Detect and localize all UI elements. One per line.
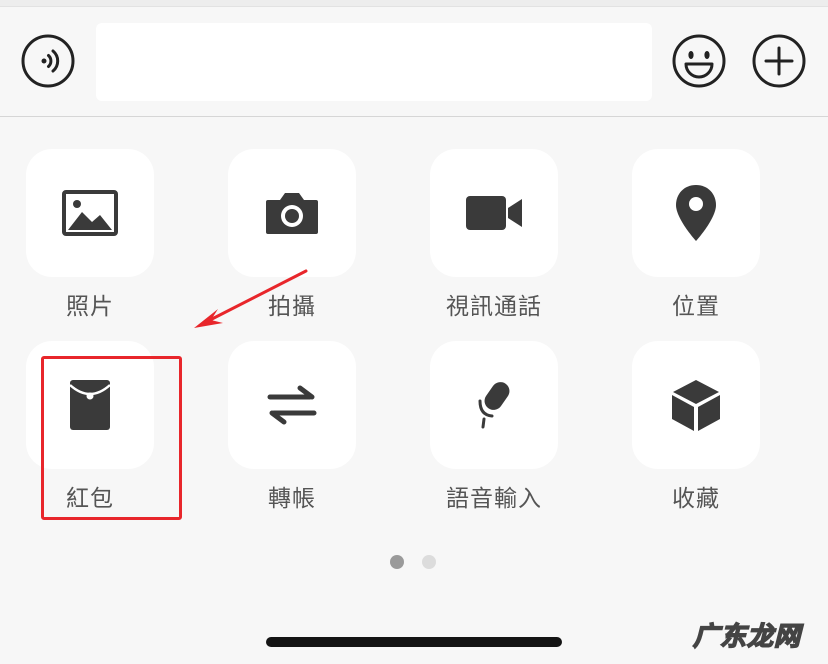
top-strip (0, 0, 828, 7)
video-call-tile[interactable] (430, 149, 558, 277)
panel-item-label: 拍攝 (268, 294, 316, 320)
video-call-icon (466, 196, 522, 230)
panel-item-label: 紅包 (66, 486, 114, 512)
more-functions-panel: 照片 拍攝 視訊通話 位置 紅包 轉帳 語音輸入 收藏 (0, 117, 828, 664)
panel-item-transfer[interactable]: 轉帳 (202, 341, 382, 513)
panel-item-label: 語音輸入 (446, 486, 542, 512)
location-tile[interactable] (632, 149, 760, 277)
home-indicator[interactable] (266, 637, 562, 647)
red-envelope-tile[interactable] (26, 341, 154, 469)
panel-item-label: 轉帳 (268, 486, 316, 512)
transfer-tile[interactable] (228, 341, 356, 469)
panel-item-camera[interactable]: 拍攝 (202, 149, 382, 321)
voice-input-button[interactable] (20, 33, 76, 89)
emoji-button[interactable] (671, 33, 727, 89)
panel-item-photos[interactable]: 照片 (0, 149, 180, 321)
chat-input-bar (0, 7, 828, 117)
camera-tile[interactable] (228, 149, 356, 277)
favorites-tile[interactable] (632, 341, 760, 469)
panel-item-video-call[interactable]: 視訊通話 (404, 149, 584, 321)
red-envelope-icon (69, 380, 111, 430)
panel-item-voice-input[interactable]: 語音輸入 (404, 341, 584, 513)
panel-item-red-envelope[interactable]: 紅包 (0, 341, 180, 513)
panel-item-label: 收藏 (672, 486, 720, 512)
panel-item-label: 位置 (672, 294, 720, 320)
smiley-icon (672, 34, 726, 88)
microphone-icon (478, 382, 510, 429)
page-dot-1[interactable] (390, 555, 404, 569)
panel-item-favorites[interactable]: 收藏 (606, 341, 786, 513)
watermark: 广东龙网 (692, 621, 802, 653)
image-icon (62, 190, 118, 236)
transfer-arrows-icon (267, 385, 317, 425)
panel-item-label: 視訊通話 (446, 294, 542, 320)
camera-icon (266, 193, 318, 234)
page-dot-2[interactable] (422, 555, 436, 569)
voice-input-tile[interactable] (430, 341, 558, 469)
message-input[interactable] (96, 23, 652, 101)
more-options-button[interactable] (751, 33, 807, 89)
panel-item-location[interactable]: 位置 (606, 149, 786, 321)
location-pin-icon (676, 185, 716, 241)
panel-item-label: 照片 (66, 294, 114, 320)
voice-input-icon (21, 34, 75, 88)
cube-icon (672, 380, 720, 431)
plus-circle-icon (752, 34, 806, 88)
photos-tile[interactable] (26, 149, 154, 277)
